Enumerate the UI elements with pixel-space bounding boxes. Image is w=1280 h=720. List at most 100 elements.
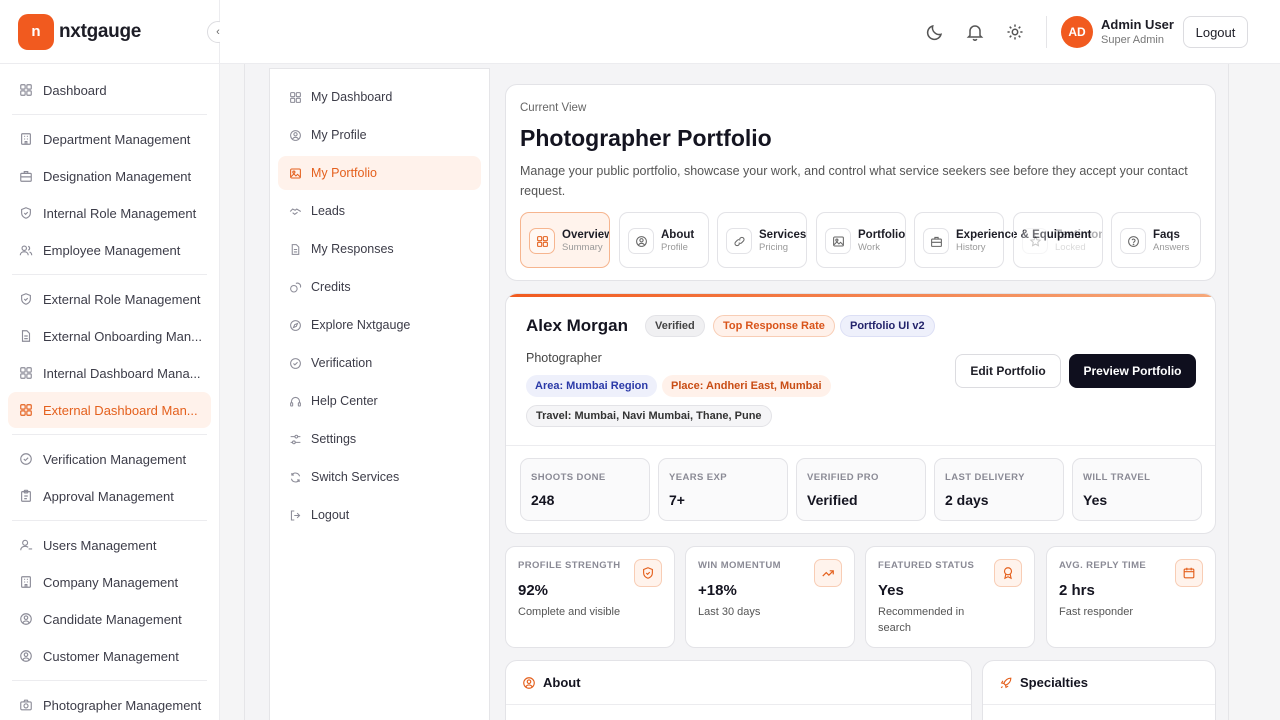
- portal-nav-leads[interactable]: Leads: [278, 194, 481, 228]
- brand-logo[interactable]: n nxtgauge ‹: [0, 0, 229, 64]
- sidebar-divider: [12, 520, 207, 521]
- tab-subtitle: History: [956, 242, 986, 253]
- avatar[interactable]: AD: [1061, 16, 1093, 48]
- clipboard-icon: [19, 489, 33, 503]
- award-icon: [994, 559, 1022, 587]
- tab-about[interactable]: About Profile: [619, 212, 709, 268]
- portal-nav-my-profile[interactable]: My Profile: [278, 118, 481, 152]
- shield-icon: [19, 206, 33, 220]
- sidebar-item-internal-dashboard-management[interactable]: Internal Dashboard Mana...: [8, 355, 211, 391]
- stat-label: SHOOTS DONE: [531, 472, 606, 483]
- specialties-heading: Specialties: [999, 675, 1088, 690]
- metric-value: +18%: [698, 582, 737, 599]
- portal-nav-label: Help Center: [311, 394, 378, 408]
- portal-nav-help-center[interactable]: Help Center: [278, 384, 481, 418]
- sidebar-item-label: Dashboard: [43, 82, 107, 98]
- sidebar-item-designation-management[interactable]: Designation Management: [8, 158, 211, 194]
- stat-verified-pro: VERIFIED PRO Verified: [796, 458, 926, 521]
- tab-faqs[interactable]: Faqs Answers: [1111, 212, 1201, 268]
- image-icon: [289, 167, 302, 180]
- portal-nav-explore[interactable]: Explore Nxtgauge: [278, 308, 481, 342]
- tab-experience-equipment[interactable]: Experience & Equipment History: [914, 212, 1091, 268]
- portal-nav-label: My Dashboard: [311, 90, 393, 104]
- metric-subtext: Complete and visible: [518, 606, 621, 618]
- edit-portfolio-button[interactable]: Edit Portfolio: [955, 354, 1061, 388]
- tab-subtitle: Summary: [562, 242, 603, 253]
- topbar: AD Admin User Super Admin Logout: [220, 0, 1280, 64]
- logo-text: nxtgauge: [59, 20, 142, 42]
- portal-nav-my-portfolio[interactable]: My Portfolio: [278, 156, 481, 190]
- logout-button[interactable]: Logout: [1183, 16, 1248, 48]
- sidebar-item-internal-role-management[interactable]: Internal Role Management: [8, 195, 211, 231]
- portal-nav-logout[interactable]: Logout: [278, 498, 481, 532]
- tab-title: Portfolio Gallery: [858, 229, 906, 241]
- portfolio-version-badge: Portfolio UI v2: [840, 315, 935, 337]
- about-title: About: [543, 675, 581, 690]
- tab-title: Overview: [562, 229, 610, 241]
- portal-nav-verification[interactable]: Verification: [278, 346, 481, 380]
- sidebar-item-label: Approval Management: [43, 488, 174, 504]
- sidebar-item-employee-management[interactable]: Employee Management: [8, 232, 211, 268]
- tab-overview[interactable]: Overview Summary: [520, 212, 610, 268]
- sidebar-item-label: Designation Management: [43, 168, 192, 184]
- check-circle-icon: [289, 357, 302, 370]
- portal-nav-label: Credits: [311, 280, 351, 294]
- tab-title: Services & Pricing: [759, 229, 807, 241]
- tab-services-pricing[interactable]: Services & Pricing Pricing: [717, 212, 807, 268]
- specialties-section: Specialties: [982, 660, 1216, 720]
- user-circle-icon: [628, 228, 654, 254]
- portal-nav-label: Explore Nxtgauge: [311, 318, 411, 332]
- tab-subtitle: Answers: [1153, 242, 1190, 253]
- user-circle-icon: [19, 612, 33, 626]
- sidebar-item-approval-management[interactable]: Approval Management: [8, 478, 211, 514]
- specialties-title: Specialties: [1020, 675, 1088, 690]
- link-icon: [726, 228, 752, 254]
- star-icon: [1022, 228, 1048, 254]
- grid-icon: [529, 228, 555, 254]
- logo-mark: n: [18, 13, 54, 50]
- portal-nav-switch-services[interactable]: Switch Services: [278, 460, 481, 494]
- tab-subtitle: Work: [858, 242, 880, 253]
- sidebar-item-company-management[interactable]: Company Management: [8, 564, 211, 600]
- sidebar-item-candidate-management[interactable]: Candidate Management: [8, 601, 211, 637]
- sidebar-item-external-dashboard-management[interactable]: External Dashboard Man...: [8, 392, 211, 428]
- document-icon: [19, 329, 33, 343]
- metric-win-momentum: WIN MOMENTUM +18% Last 30 days: [685, 546, 855, 648]
- portal-nav-settings[interactable]: Settings: [278, 422, 481, 456]
- sidebar-item-external-onboarding-management[interactable]: External Onboarding Man...: [8, 318, 211, 354]
- tab-subtitle: Locked: [1055, 242, 1086, 253]
- sidebar-item-customer-management[interactable]: Customer Management: [8, 638, 211, 674]
- sidebar-item-label: Users Management: [43, 537, 157, 553]
- tab-subtitle: Pricing: [759, 242, 789, 253]
- portal-nav-my-responses[interactable]: My Responses: [278, 232, 481, 266]
- refresh-icon: [289, 471, 302, 484]
- portal-nav-label: Switch Services: [311, 470, 400, 484]
- tab-portfolio-gallery[interactable]: Portfolio Gallery Work: [816, 212, 906, 268]
- bell-icon[interactable]: [965, 22, 985, 42]
- metric-subtext: Fast responder: [1059, 606, 1133, 618]
- sidebar-item-photographer-management[interactable]: Photographer Management: [8, 687, 211, 720]
- sidebar-item-dashboard[interactable]: Dashboard: [8, 72, 211, 108]
- sidebar-divider: [12, 680, 207, 681]
- sidebar-item-verification-management[interactable]: Verification Management: [8, 441, 211, 477]
- sidebar-item-external-role-management[interactable]: External Role Management: [8, 281, 211, 317]
- portal-nav-my-dashboard[interactable]: My Dashboard: [278, 80, 481, 114]
- preview-portfolio-button[interactable]: Preview Portfolio: [1069, 354, 1196, 388]
- metric-featured-status: FEATURED STATUS Yes Recommended in searc…: [865, 546, 1035, 648]
- sidebar-item-users-management[interactable]: Users Management: [8, 527, 211, 563]
- moon-icon[interactable]: [925, 22, 945, 42]
- gear-icon[interactable]: [1005, 22, 1025, 42]
- stat-value: 2 days: [945, 492, 989, 508]
- sidebar-item-label: Internal Role Management: [43, 205, 197, 221]
- briefcase-icon: [19, 169, 33, 183]
- sidebar-divider: [12, 434, 207, 435]
- tab-testimonials[interactable]: Testimonials Locked: [1013, 212, 1103, 268]
- stat-value: Verified: [807, 492, 858, 508]
- about-heading: About: [522, 675, 581, 690]
- headset-icon: [289, 395, 302, 408]
- sidebar-item-label: External Dashboard Man...: [43, 402, 198, 418]
- portal-nav-credits[interactable]: Credits: [278, 270, 481, 304]
- tab-title: Testimonials: [1055, 229, 1102, 241]
- verified-badge: Verified: [645, 315, 705, 337]
- sidebar-item-department-management[interactable]: Department Management: [8, 121, 211, 157]
